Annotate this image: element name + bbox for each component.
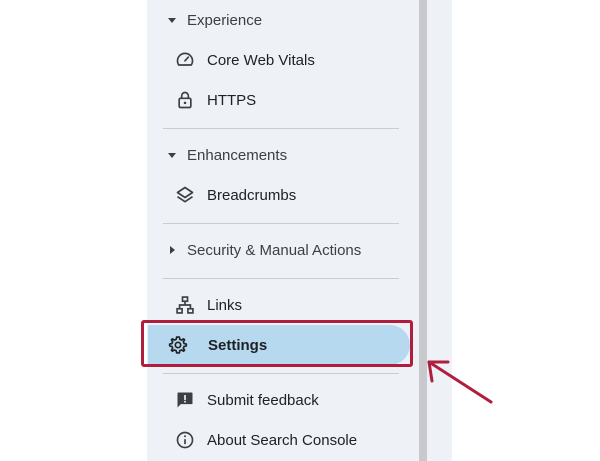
annotation-arrow-icon <box>427 360 493 404</box>
